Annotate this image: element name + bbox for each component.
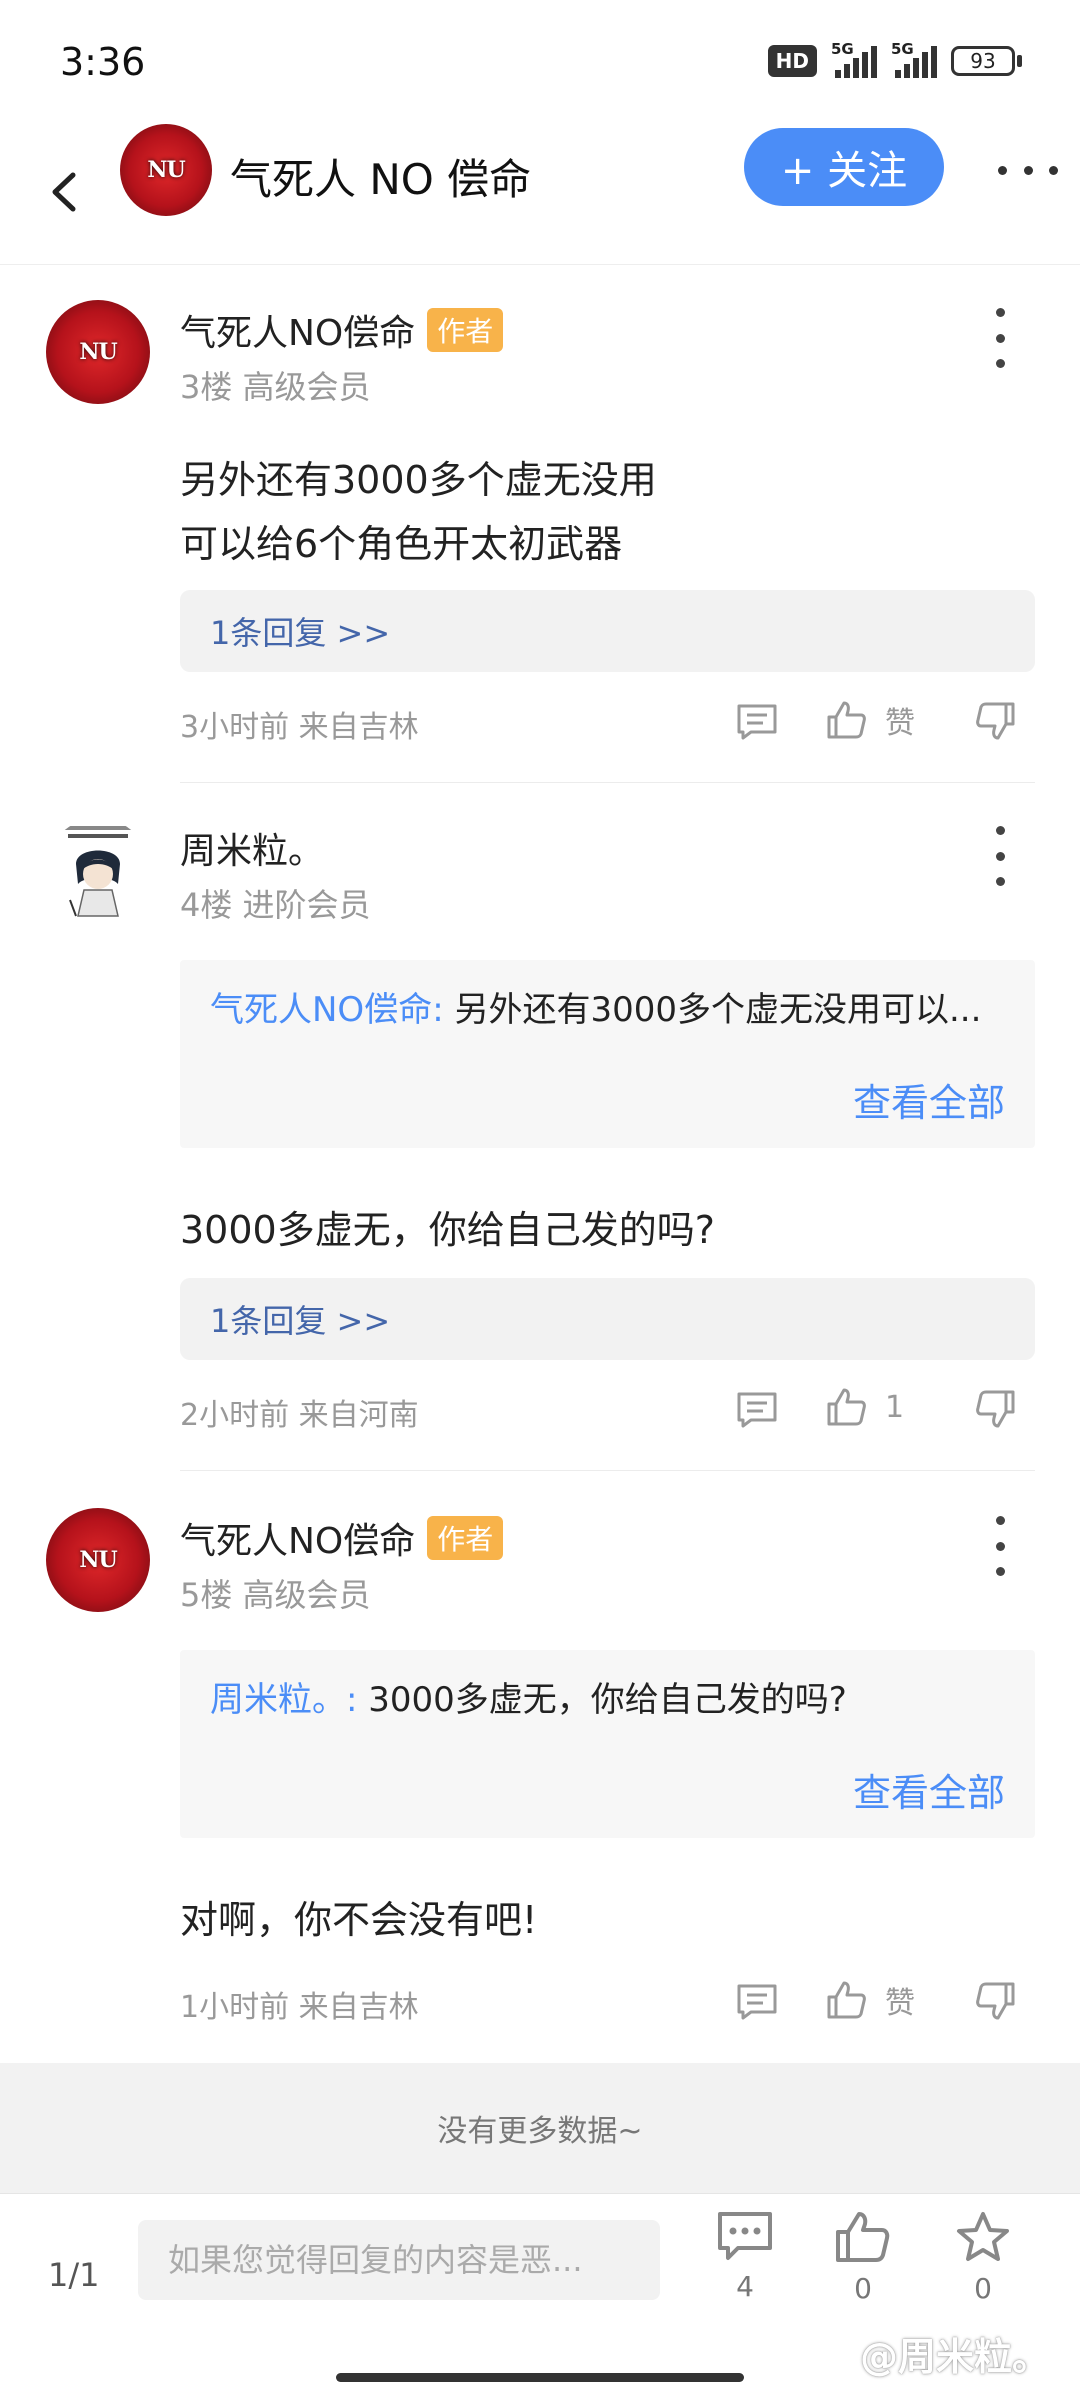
- hd-badge: HD: [767, 45, 817, 77]
- follow-button[interactable]: + 关注: [744, 128, 944, 206]
- content-line: 可以给6个角色开太初武器: [180, 522, 623, 566]
- author-name[interactable]: 周米粒。: [180, 822, 324, 874]
- comment-content: 对啊，你不会没有吧!: [180, 1898, 538, 1942]
- back-arrow-icon: [52, 172, 76, 212]
- comment-footer: 1小时前 来自吉林: [180, 1990, 419, 2025]
- signal-icon: 5G: [831, 40, 877, 78]
- reply-input[interactable]: [138, 2220, 660, 2300]
- like-thread-button[interactable]: 0: [818, 2210, 908, 2305]
- like-button[interactable]: 1: [825, 1386, 904, 1428]
- avatar[interactable]: NU: [120, 124, 212, 216]
- comment-count: 4: [736, 2270, 754, 2303]
- no-more-data: 没有更多数据~: [0, 2063, 1080, 2193]
- like-count: 0: [854, 2272, 872, 2305]
- status-bar: 3:36 HD 5G 5G 93: [0, 0, 1080, 120]
- quote-text: 周米粒。: 3000多虚无，你给自己发的吗?: [210, 1672, 847, 1721]
- avatar[interactable]: [46, 818, 150, 922]
- view-all-link[interactable]: 查看全部: [853, 1072, 1005, 1127]
- thumbs-down-icon[interactable]: [975, 700, 1017, 746]
- comment-menu-button[interactable]: [980, 308, 1020, 368]
- thumbs-up-icon: [827, 1981, 866, 2019]
- page-title[interactable]: 气死人 NO 偿命: [230, 146, 531, 207]
- floor-meta: 3楼 高级会员: [180, 368, 371, 406]
- avatar-mark: NU: [79, 1547, 117, 1573]
- comment-icon[interactable]: [735, 1390, 779, 1434]
- comment-menu-button[interactable]: [980, 826, 1020, 886]
- back-button[interactable]: [34, 162, 94, 222]
- avatar-illustration: [46, 818, 150, 922]
- comment-content: 另外还有3000多个虚无没用 可以给6个角色开太初武器: [180, 448, 657, 576]
- thumbs-up-icon: [827, 701, 866, 739]
- comment-author[interactable]: 气死人NO偿命 作者: [180, 304, 504, 356]
- thumbs-down-icon[interactable]: [975, 1388, 1017, 1434]
- like-button[interactable]: 赞: [825, 698, 915, 742]
- comment-icon: [718, 2212, 772, 2260]
- quoted-reply[interactable]: 气死人NO偿命: 另外还有3000多个虚无没用可以... 查看全部: [180, 960, 1035, 1148]
- reply-link[interactable]: 1条回复 >>: [180, 590, 1035, 672]
- favorite-button[interactable]: 0: [938, 2210, 1028, 2305]
- watermark: @周米粒。: [859, 2335, 1050, 2379]
- floor-meta: 5楼 高级会员: [180, 1576, 371, 1614]
- more-dots-icon[interactable]: [998, 150, 1058, 190]
- avatar-mark: NU: [79, 339, 117, 365]
- avatar-mark: NU: [147, 157, 185, 183]
- comment-actions: 赞: [735, 692, 1035, 752]
- home-indicator[interactable]: [336, 2373, 744, 2382]
- status-icons: HD 5G 5G 93: [767, 40, 1022, 78]
- like-count: 赞: [885, 1986, 915, 2021]
- divider: [180, 1470, 1035, 1471]
- thumbs-up-icon: [827, 1388, 866, 1426]
- like-count: 1: [885, 1389, 905, 1425]
- battery-level: 93: [951, 46, 1015, 76]
- comment-footer: 3小时前 来自吉林: [180, 710, 419, 745]
- author-name[interactable]: 气死人NO偿命: [180, 1512, 415, 1564]
- view-all-link[interactable]: 查看全部: [853, 1762, 1005, 1817]
- page-indicator[interactable]: 1/1: [48, 2256, 100, 2294]
- quote-body: 3000多虚无，你给自己发的吗?: [357, 1680, 847, 1720]
- quoted-reply[interactable]: 周米粒。: 3000多虚无，你给自己发的吗? 查看全部: [180, 1650, 1035, 1838]
- quote-text: 气死人NO偿命: 另外还有3000多个虚无没用可以...: [210, 982, 981, 1031]
- favorite-count: 0: [974, 2272, 992, 2305]
- floor-meta: 4楼 进阶会员: [180, 886, 371, 924]
- author-name[interactable]: 气死人NO偿命: [180, 304, 415, 356]
- signal-label: 5G: [831, 40, 854, 58]
- avatar[interactable]: NU: [46, 300, 150, 404]
- quote-author[interactable]: 周米粒。:: [210, 1680, 357, 1720]
- like-button[interactable]: 赞: [825, 1978, 915, 2022]
- quote-author[interactable]: 气死人NO偿命:: [210, 990, 444, 1030]
- quote-body: 另外还有3000多个虚无没用可以...: [443, 990, 982, 1030]
- battery-icon: 93: [951, 46, 1022, 76]
- thread-header: NU 气死人 NO 偿命 + 关注: [0, 120, 1080, 265]
- author-badge: 作者: [427, 1516, 504, 1560]
- divider: [180, 782, 1035, 783]
- avatar[interactable]: NU: [46, 1508, 150, 1612]
- signal-label: 5G: [891, 40, 914, 58]
- author-badge: 作者: [427, 308, 504, 352]
- signal-icon: 5G: [891, 40, 937, 78]
- thumbs-down-icon[interactable]: [975, 1980, 1017, 2026]
- reply-link[interactable]: 1条回复 >>: [180, 1278, 1035, 1360]
- comment-author[interactable]: 周米粒。: [180, 822, 324, 874]
- comment-menu-button[interactable]: [980, 1516, 1020, 1576]
- comment-actions: 赞: [735, 1972, 1035, 2032]
- comment-author[interactable]: 气死人NO偿命 作者: [180, 1512, 504, 1564]
- star-icon: [957, 2212, 1009, 2261]
- comment-icon[interactable]: [735, 702, 779, 746]
- comment-icon[interactable]: [735, 1982, 779, 2026]
- comment-footer: 2小时前 来自河南: [180, 1398, 419, 1433]
- status-time: 3:36: [60, 40, 146, 84]
- comment-content: 3000多虚无，你给自己发的吗?: [180, 1208, 715, 1252]
- thumbs-up-icon: [836, 2212, 890, 2262]
- comment-actions: 1: [735, 1380, 1035, 1440]
- like-count: 赞: [885, 706, 915, 741]
- comment-count-button[interactable]: 4: [700, 2210, 790, 2303]
- content-line: 另外还有3000多个虚无没用: [180, 458, 657, 502]
